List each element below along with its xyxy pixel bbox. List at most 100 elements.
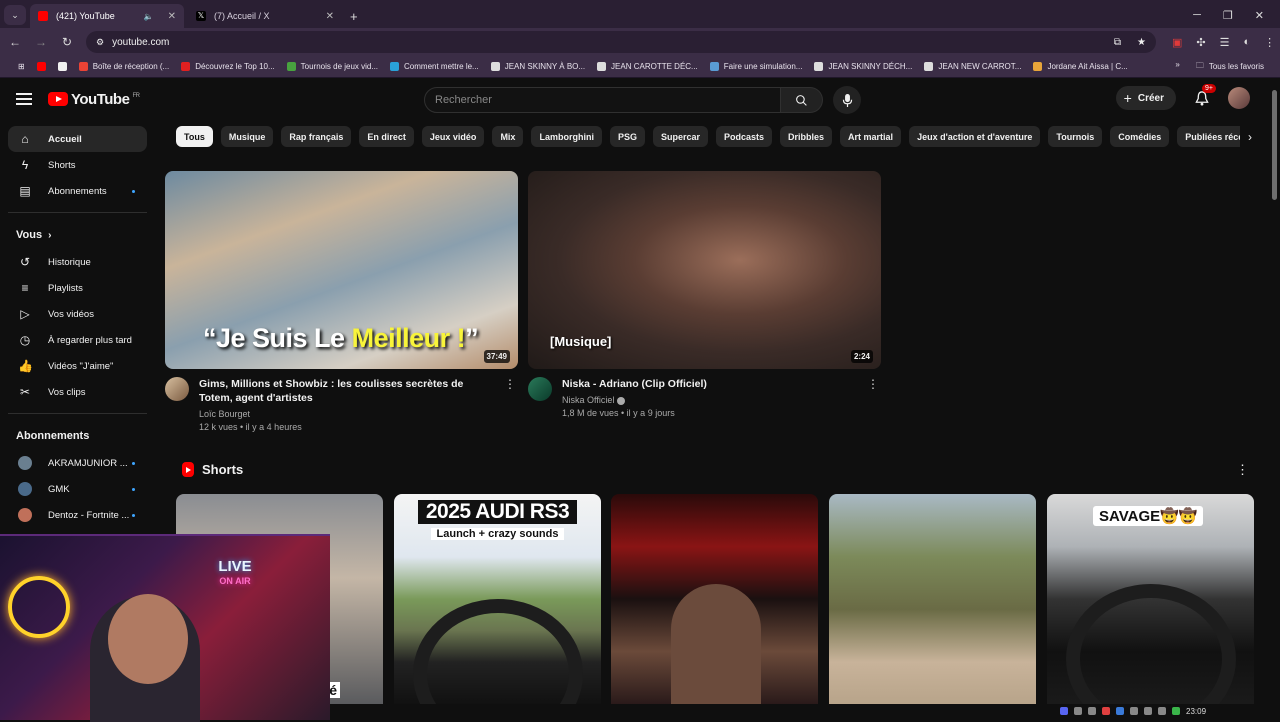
filter-chip[interactable]: Podcasts (716, 126, 773, 147)
volume-icon[interactable] (1158, 707, 1166, 715)
bookmark-youtube[interactable] (31, 62, 52, 71)
sidebar-item-your-videos[interactable]: ▷ Vos vidéos (8, 301, 147, 327)
video-title[interactable]: Niska - Adriano (Clip Officiel) (562, 377, 852, 391)
bookmark-item[interactable]: Jordane Ait Aissa | C... (1027, 62, 1133, 71)
restore-icon[interactable]: ❐ (1223, 9, 1233, 22)
close-window-icon[interactable]: ✕ (1255, 9, 1264, 22)
more-bookmarks-icon[interactable]: » (1175, 60, 1179, 74)
minimize-icon[interactable]: ─ (1193, 9, 1201, 22)
channel-avatar[interactable] (528, 377, 552, 401)
filter-chip[interactable]: Musique (220, 126, 274, 147)
sidebar-item-history[interactable]: ↺ Historique (8, 249, 147, 275)
site-info-icon[interactable]: ⚙ (96, 37, 104, 48)
close-tab-icon[interactable]: ✕ (326, 11, 334, 22)
bookmark-item[interactable]: JEAN NEW CARROT... (918, 62, 1027, 71)
video-thumbnail[interactable]: [Musique] 2:24 (528, 171, 881, 369)
filter-chip[interactable]: Tous (176, 126, 213, 147)
short-card[interactable] (829, 494, 1036, 704)
bookmark-star-icon[interactable]: ★ (1137, 37, 1146, 48)
menu-icon[interactable] (16, 93, 32, 105)
tray-icon[interactable] (1088, 707, 1096, 715)
sidebar-you-heading[interactable]: Vous › (0, 221, 155, 249)
short-card[interactable] (611, 494, 818, 704)
bookmark-docs[interactable] (52, 62, 73, 71)
sidebar-item-home[interactable]: ⌂ Accueil (8, 126, 147, 152)
scrollbar-thumb[interactable] (1272, 90, 1277, 200)
all-bookmarks-button[interactable]: 🗀 Tous les favoris (1190, 60, 1270, 74)
more-options-icon[interactable]: ⋮ (867, 377, 879, 391)
filter-chip[interactable]: Mix (492, 126, 524, 147)
channel-avatar[interactable] (165, 377, 189, 401)
extension-icon[interactable]: ▣ (1172, 36, 1182, 49)
filter-chip[interactable]: Dribbles (780, 126, 833, 147)
bookmark-item[interactable]: JEAN CAROTTE DÉC... (591, 62, 704, 71)
profile-icon[interactable]: ◐ (1244, 36, 1251, 49)
youtube-logo[interactable]: YouTube FR (48, 91, 140, 108)
sidebar-item-watch-later[interactable]: ◷ À regarder plus tard (8, 327, 147, 353)
filter-chip[interactable]: Lamborghini (531, 126, 602, 147)
filter-chip[interactable]: Art martial (840, 126, 902, 147)
apps-icon[interactable]: ⊞ (12, 62, 31, 71)
tray-icon[interactable] (1172, 707, 1180, 715)
tray-icon[interactable] (1060, 707, 1068, 715)
more-options-icon[interactable]: ⋮ (1236, 462, 1249, 478)
video-thumbnail[interactable]: “Je Suis Le Meilleur !” 37:49 (165, 171, 518, 369)
filter-chip[interactable]: PSG (609, 126, 645, 147)
forward-icon[interactable]: → (30, 35, 52, 49)
search-input[interactable]: Rechercher (424, 87, 781, 113)
filter-chip[interactable]: Comédies (1110, 126, 1170, 147)
sidebar-item-liked-videos[interactable]: 👍 Vidéos "J'aime" (8, 353, 147, 379)
account-avatar[interactable] (1228, 87, 1250, 109)
create-button[interactable]: + Créer (1115, 86, 1176, 110)
short-card[interactable]: SAVAGE🤠🤠 (1047, 494, 1254, 704)
tray-icon[interactable] (1130, 707, 1138, 715)
tray-icon[interactable] (1102, 707, 1110, 715)
voice-search-button[interactable] (833, 86, 861, 114)
bookmark-item[interactable]: Tournois de jeux vid... (281, 62, 384, 71)
sidebar-item-subscriptions[interactable]: ▤ Abonnements (8, 178, 147, 204)
bookmark-item[interactable]: Découvrez le Top 10... (175, 62, 280, 71)
sidebar-item-shorts[interactable]: ϟ Shorts (8, 152, 147, 178)
video-title[interactable]: Gims, Millions et Showbiz : les coulisse… (199, 377, 489, 405)
media-icon[interactable]: ☰ (1220, 36, 1230, 49)
sidebar-sub-channel[interactable]: Dentoz - Fortnite ... (8, 502, 147, 528)
install-app-icon[interactable]: ⧉ (1114, 37, 1121, 48)
browser-menu-icon[interactable]: ⋮ (1264, 36, 1275, 49)
video-channel[interactable]: Niska Officiel (562, 395, 614, 405)
filter-chip[interactable]: Jeux vidéo (421, 126, 485, 147)
video-card[interactable]: “Je Suis Le Meilleur !” 37:49 Gims, Mill… (165, 171, 518, 434)
sidebar-sub-channel[interactable]: GMK (8, 476, 147, 502)
filter-chip[interactable]: Rap français (281, 126, 352, 147)
puzzle-icon[interactable]: ✣ (1196, 36, 1205, 49)
filter-chip[interactable]: Supercar (652, 126, 708, 147)
wifi-icon[interactable] (1144, 707, 1152, 715)
bookmark-item[interactable]: Comment mettre le... (384, 62, 485, 71)
close-tab-icon[interactable]: ✕ (168, 11, 176, 22)
more-options-icon[interactable]: ⋮ (504, 377, 516, 391)
reload-icon[interactable]: ↻ (56, 35, 78, 49)
sidebar-item-clips[interactable]: ✂ Vos clips (8, 379, 147, 405)
video-card[interactable]: [Musique] 2:24 Niska - Adriano (Clip Off… (528, 171, 881, 420)
bookmark-item[interactable]: Boîte de réception (... (73, 62, 176, 71)
url-omnibox[interactable]: ⚙ youtube.com ⧉ ★ (86, 31, 1156, 53)
page-scrollbar[interactable] (1270, 78, 1280, 702)
search-button[interactable] (781, 87, 823, 113)
filter-chip[interactable]: Tournois (1048, 126, 1103, 147)
bookmark-item[interactable]: JEAN SKINNY À BO... (485, 62, 591, 71)
tray-icon[interactable] (1074, 707, 1082, 715)
short-card[interactable]: 2025 AUDI RS3 Launch + crazy sounds (394, 494, 601, 704)
filter-chip[interactable]: Jeux d'action et d'aventure (909, 126, 1041, 147)
tab-search-button[interactable]: ⌄ (4, 5, 26, 25)
back-icon[interactable]: ← (4, 35, 26, 49)
bookmark-item[interactable]: JEAN SKINNY DÉCH... (808, 62, 918, 71)
bookmark-item[interactable]: Faire une simulation... (704, 62, 809, 71)
mute-icon[interactable]: 🔈 (144, 12, 154, 21)
notifications-button[interactable]: 9+ (1192, 84, 1216, 108)
chevron-right-icon[interactable]: › (1240, 126, 1260, 147)
tray-icon[interactable] (1116, 707, 1124, 715)
sidebar-item-playlists[interactable]: ≡ Playlists (8, 275, 147, 301)
video-channel[interactable]: Loïc Bourget (199, 408, 489, 421)
sidebar-sub-channel[interactable]: AKRAMJUNIOR ... (8, 450, 147, 476)
browser-tab-x[interactable]: 𝕏 (7) Accueil / X ✕ (188, 4, 342, 28)
new-tab-icon[interactable]: + (350, 9, 358, 24)
